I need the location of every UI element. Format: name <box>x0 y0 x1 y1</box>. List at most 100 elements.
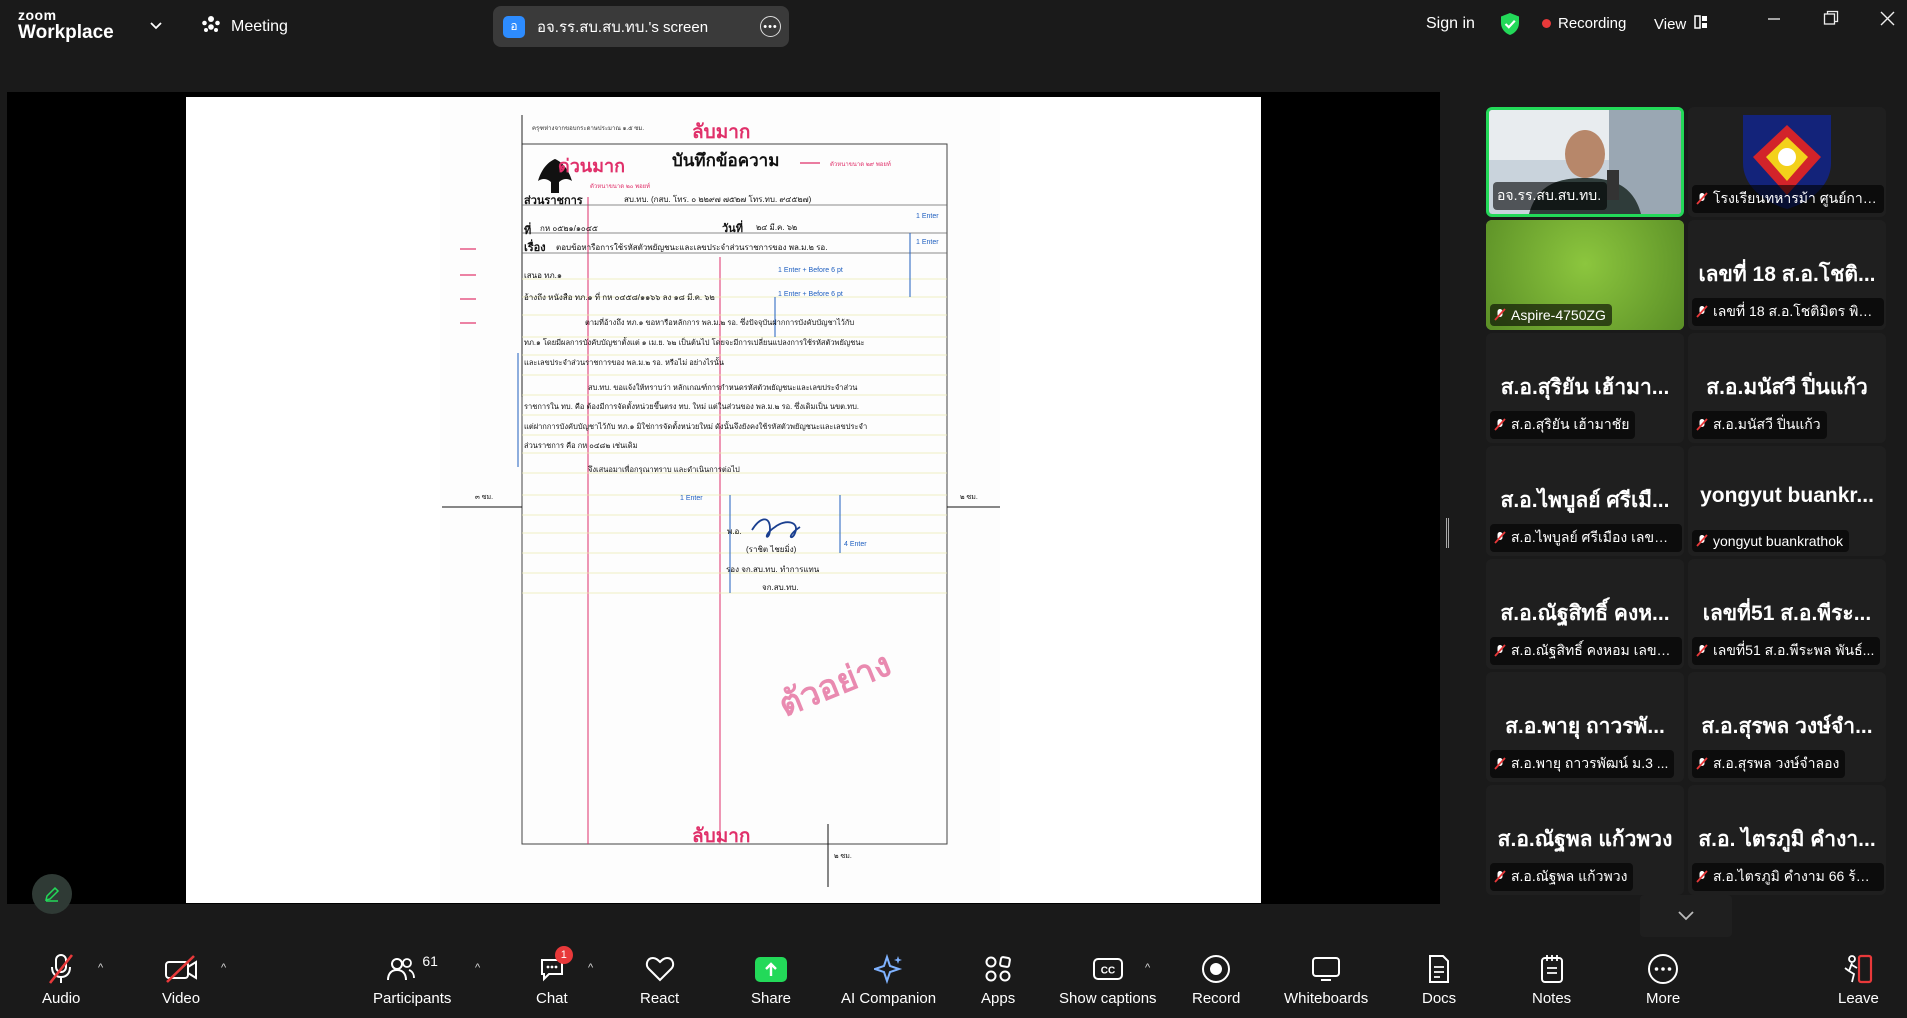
participants-button[interactable]: 61 Participants <box>373 950 451 1007</box>
participant-tile-8[interactable]: ส.อ.ณัฐสิทธิ์ คงห... ส.อ.ณัฐสิทธิ์ คงหอม… <box>1486 559 1684 669</box>
close-icon[interactable] <box>1880 10 1895 31</box>
ai-companion-button[interactable]: AI Companion <box>841 950 936 1007</box>
enter-before-note-1: 1 Enter + Before 6 pt <box>778 267 843 274</box>
mic-muted-icon <box>1494 418 1506 431</box>
participant-tile-4[interactable]: ส.อ.สุริยัน เฮ้ามา... ส.อ.สุริยัน เฮ้ามา… <box>1486 333 1684 443</box>
chevron-down-icon[interactable] <box>150 18 162 33</box>
audio-button[interactable]: Audio <box>42 950 80 1007</box>
whiteboards-label: Whiteboards <box>1284 990 1369 1007</box>
react-button[interactable]: React <box>640 950 679 1007</box>
apps-button[interactable]: Apps <box>981 950 1015 1007</box>
font-note-29: ตัวหนาขนาด ๒๙ พอยท์ <box>830 162 891 168</box>
show-captions-button[interactable]: CC Show captions <box>1059 950 1157 1007</box>
sign-in-button[interactable]: Sign in <box>1426 15 1475 33</box>
leave-label: Leave <box>1838 990 1879 1007</box>
mic-muted-icon <box>1494 870 1506 883</box>
mic-muted-icon <box>1494 644 1506 657</box>
shared-document[interactable]: ครุฑห่างจากขอบกระดาษประมาณ ๑.๕ ซม. ลับมา… <box>186 97 1261 903</box>
more-button[interactable]: More <box>1646 950 1680 1007</box>
zoom-logo[interactable]: zoom Workplace <box>18 8 114 42</box>
ref-value: กห ๐๕๒๑/๑๐๔๕ <box>540 224 598 233</box>
para1c: และเลขประจำส่วนราชการของ พล.ม.๒ รอ. หรือ… <box>524 358 725 367</box>
participant-tile-2[interactable]: Aspire-4750ZG <box>1486 220 1684 330</box>
enter-note-2: 1 Enter <box>916 239 939 246</box>
participant-display-name: ส.อ.ณัฐพล แก้วพวง <box>1497 828 1673 851</box>
signature <box>751 518 801 539</box>
react-label: React <box>640 990 680 1007</box>
gallery-scroll-down-button[interactable] <box>1640 895 1732 937</box>
audio-label: Audio <box>42 990 81 1007</box>
mic-muted-icon <box>1494 308 1506 321</box>
chat-button[interactable]: 1 Chat <box>536 946 573 1007</box>
screen-share-indicator[interactable]: อ อจ.รร.สบ.สบ.ทบ.'s screen ••• <box>493 6 789 47</box>
share-screen-icon <box>755 950 788 988</box>
participant-name-tag: ส.อ.ไตรภูมิ คำงาม 66 ร้อย... <box>1692 863 1884 891</box>
video-button[interactable]: Video <box>162 950 200 1007</box>
recording-dot-icon <box>1542 19 1551 28</box>
leave-button[interactable]: Leave <box>1838 950 1879 1007</box>
captions-options-caret[interactable]: ^ <box>1145 962 1150 974</box>
participants-options-caret[interactable]: ^ <box>475 962 480 974</box>
notes-button[interactable]: Notes <box>1532 950 1571 1007</box>
secret-top: ลับมาก <box>692 122 751 143</box>
participant-tile-1[interactable]: โรงเรียนทหารม้า ศูนย์การ... <box>1688 107 1886 217</box>
participant-display-name: เลขที่51 ส.อ.พีระ... <box>1702 602 1872 625</box>
annotate-pencil-icon[interactable] <box>32 874 72 914</box>
participant-display-name: ส.อ.ณัฐสิทธิ์ คงห... <box>1500 602 1670 625</box>
para1b: ทภ.๑ โดยมีผลการบังคับบัญชาตั้งแต่ ๑ เม.ย… <box>524 338 865 347</box>
participant-tile-9[interactable]: เลขที่51 ส.อ.พีระ... เลขที่51 ส.อ.พีระพล… <box>1688 559 1886 669</box>
participant-display-name: เลขที่ 18 ส.อ.โชติ... <box>1698 263 1876 286</box>
participant-tile-11[interactable]: ส.อ.สุรพล วงษ์จำ... ส.อ.สุรพล วงษ์จำลอง <box>1688 672 1886 782</box>
enter-note-3: 1 Enter <box>680 495 703 502</box>
participant-name-tag: ส.อ.พายุ ถาวรพัฒน์ ม.3 ... <box>1490 750 1675 778</box>
top-note: ครุฑห่างจากขอบกระดาษประมาณ ๑.๕ ซม. <box>532 126 644 132</box>
notes-label: Notes <box>1532 990 1572 1007</box>
participant-tile-6[interactable]: ส.อ.ไพบูลย์ ศรีเมื... ส.อ.ไพบูลย์ ศรีเมื… <box>1486 446 1684 556</box>
encryption-shield-icon[interactable] <box>1499 12 1521 41</box>
signer-name: (ราชิต ไชยมิ่ง) <box>746 545 797 554</box>
video-off-icon <box>164 950 198 988</box>
restore-icon[interactable] <box>1823 10 1839 31</box>
whiteboard-icon <box>1311 950 1341 988</box>
participant-display-name: ส.อ.มนัสวี ปิ่นแก้ว <box>1706 376 1868 399</box>
recording-indicator[interactable]: Recording <box>1542 15 1626 32</box>
view-button[interactable]: View <box>1654 15 1708 33</box>
participant-tile-0[interactable]: อจ.รร.สบ.สบ.ทบ. <box>1486 107 1684 217</box>
participant-tile-12[interactable]: ส.อ.ณัฐพล แก้วพวง ส.อ.ณัฐพล แก้วพวง <box>1486 785 1684 895</box>
agency-value: สบ.ทบ. (กสบ. โทร. ๐ ๒๒๙๗ ๗๕๒๗ โทร.ทบ. ๙๔… <box>624 195 812 204</box>
docs-icon <box>1427 950 1451 988</box>
memo-title: บันทึกข้อความ <box>672 151 780 170</box>
participant-tile-10[interactable]: ส.อ.พายุ ถาวรพั... ส.อ.พายุ ถาวรพัฒน์ ม.… <box>1486 672 1684 782</box>
participant-name-tag: ส.อ.ไพบูลย์ ศรีเมือง เลขที่16 <box>1490 524 1682 552</box>
participant-tile-13[interactable]: ส.อ. ไตรภูมิ คำงา... ส.อ.ไตรภูมิ คำงาม 6… <box>1688 785 1886 895</box>
whiteboards-button[interactable]: Whiteboards <box>1284 950 1368 1007</box>
share-button[interactable]: Share <box>751 950 791 1007</box>
record-label: Record <box>1192 990 1241 1007</box>
audio-options-caret[interactable]: ^ <box>98 962 103 974</box>
minimize-icon[interactable] <box>1767 10 1781 31</box>
video-label: Video <box>162 990 201 1007</box>
font-note-20: ตัวหนาขนาด ๒๐ พอยท์ <box>590 184 651 190</box>
resize-splitter[interactable] <box>1446 518 1449 548</box>
memo-page: ครุฑห่างจากขอบกระดาษประมาณ ๑.๕ ซม. ลับมา… <box>440 97 1000 903</box>
docs-button[interactable]: Docs <box>1422 950 1456 1007</box>
video-options-caret[interactable]: ^ <box>221 962 226 974</box>
participant-name-tag: ส.อ.สุรพล วงษ์จำลอง <box>1692 750 1846 778</box>
chat-options-caret[interactable]: ^ <box>588 962 593 974</box>
meeting-menu-button[interactable]: Meeting <box>201 15 288 38</box>
sparkle-icon <box>873 950 904 988</box>
participant-tile-5[interactable]: ส.อ.มนัสวี ปิ่นแก้ว ส.อ.มนัสวี ปิ่นแก้ว <box>1688 333 1886 443</box>
chevron-down-icon <box>1678 911 1694 921</box>
participant-tile-3[interactable]: เลขที่ 18 ส.อ.โชติ... เลขที่ 18 ส.อ.โชติ… <box>1688 220 1886 330</box>
mic-muted-icon <box>46 950 76 988</box>
date-label: วันที่ <box>722 223 743 235</box>
record-button[interactable]: Record <box>1192 950 1240 1007</box>
participant-tile-7[interactable]: yongyut buankr... yongyut buankrathok <box>1688 446 1886 556</box>
rank: พ.อ. <box>727 527 742 536</box>
recording-label: Recording <box>1558 15 1627 32</box>
enter-note-1: 1 Enter <box>916 213 939 220</box>
signer-position-1: รอง จก.สบ.ทบ. ทำการแทน <box>726 565 820 574</box>
more-options-icon[interactable]: ••• <box>760 16 781 37</box>
heart-icon <box>645 950 675 988</box>
subject-value: ตอบข้อหารือการใช้รหัสตัวพยัญชนะและเลขประ… <box>556 243 828 252</box>
